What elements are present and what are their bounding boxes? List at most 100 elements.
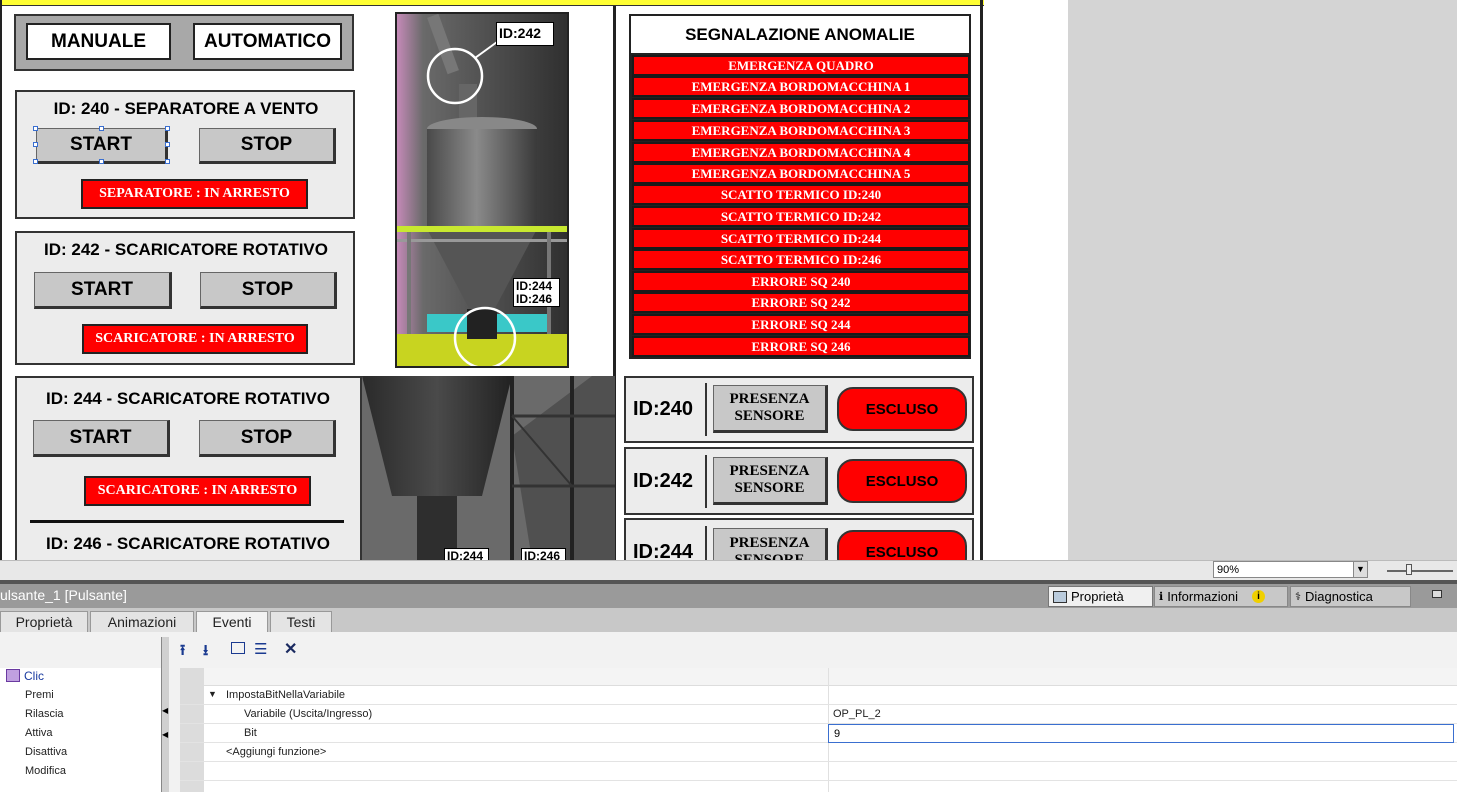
selection-handle[interactable]	[165, 159, 170, 164]
stop-button-244[interactable]: STOP	[199, 420, 336, 457]
plant-image-bottom	[362, 376, 615, 560]
presence-label: SENSORE	[734, 552, 805, 560]
tab-label: Informazioni	[1167, 589, 1238, 604]
event-rilascia[interactable]: Rilascia	[25, 708, 64, 720]
presence-label: PRESENZA	[729, 463, 810, 479]
start-button-242[interactable]: START	[34, 272, 172, 309]
zoom-slider[interactable]	[1387, 570, 1453, 572]
presence-label: SENSORE	[734, 480, 805, 496]
tab-testi[interactable]: Testi	[270, 611, 332, 633]
zoom-slider-handle[interactable]	[1406, 564, 1412, 575]
chevron-down-icon[interactable]: ▼	[1353, 562, 1367, 577]
selection-handle[interactable]	[99, 159, 104, 164]
canvas-margin	[984, 0, 1068, 560]
presence-button-244[interactable]: PRESENZA SENSORE	[713, 528, 828, 560]
collapse-arrow-icon[interactable]: ◀	[162, 730, 168, 739]
presence-button-240[interactable]: PRESENZA SENSORE	[713, 385, 828, 433]
move-up-icon[interactable]: ⭱	[180, 640, 185, 665]
event-icon	[6, 669, 20, 682]
add-function-link[interactable]: <Aggiungi funzione>	[226, 746, 326, 758]
param-value[interactable]: OP_PL_2	[833, 708, 881, 720]
top-banner	[0, 0, 984, 6]
separator	[705, 383, 707, 436]
info-badge-icon: i	[1252, 590, 1265, 603]
presence-button-242[interactable]: PRESENZA SENSORE	[713, 457, 828, 505]
selection-handle[interactable]	[99, 126, 104, 131]
anomaly-item: EMERGENZA BORDOMACCHINA 2	[632, 98, 970, 119]
tab-label: Diagnostica	[1304, 589, 1373, 604]
anomaly-item: ERRORE SQ 240	[632, 271, 970, 292]
section-246-title: ID: 246 - SCARICATORE ROTATIVO	[46, 534, 330, 553]
status-240: SEPARATORE : IN ARRESTO	[81, 179, 308, 209]
right-border	[980, 0, 983, 560]
bit-input[interactable]: 9	[828, 724, 1454, 743]
anomaly-item: SCATTO TERMICO ID:242	[632, 206, 970, 227]
event-disattiva[interactable]: Disattiva	[25, 746, 67, 758]
anomaly-item: EMERGENZA BORDOMACCHINA 3	[632, 120, 970, 141]
event-clic[interactable]: Clic	[24, 669, 44, 683]
properties-icon	[1053, 590, 1067, 603]
section-242-title: ID: 242 - SCARICATORE ROTATIVO	[44, 240, 328, 259]
delete-icon[interactable]: ✕	[284, 639, 297, 659]
tab-info[interactable]: ℹ Informazioni i	[1154, 586, 1288, 607]
start-button-244[interactable]: START	[33, 420, 170, 457]
tab-diagnostics[interactable]: ⚕ Diagnostica	[1290, 586, 1411, 607]
selection-handle[interactable]	[165, 126, 170, 131]
grid-row[interactable]: <Aggiungi funzione>	[180, 743, 1457, 762]
tab-eventi[interactable]: Eventi	[196, 611, 268, 633]
presence-label: SENSORE	[734, 408, 805, 424]
event-premi[interactable]: Premi	[25, 689, 54, 701]
tab-proprieta[interactable]: Proprietà	[0, 611, 88, 633]
collapse-arrow-icon[interactable]: ◀	[162, 706, 168, 715]
image-tag-244b: ID:244	[444, 548, 489, 560]
plant-image-svg	[397, 14, 567, 366]
selection-handle[interactable]	[165, 142, 170, 147]
tab-properties[interactable]: Proprietà	[1048, 586, 1153, 607]
expand-icon[interactable]: ▼	[208, 689, 217, 699]
manual-button[interactable]: MANUALE	[26, 23, 171, 60]
anomaly-item: EMERGENZA QUADRO	[632, 55, 970, 76]
anomaly-item: EMERGENZA BORDOMACCHINA 4	[632, 142, 970, 163]
excluded-button-244[interactable]: ESCLUSO	[837, 530, 967, 560]
hmi-screen: MANUALE AUTOMATICO ID: 240 - SEPARATORE …	[0, 0, 984, 560]
excluded-button-242[interactable]: ESCLUSO	[837, 459, 967, 503]
event-attiva[interactable]: Attiva	[25, 727, 53, 739]
selection-handle[interactable]	[33, 126, 38, 131]
anomaly-item: SCATTO TERMICO ID:246	[632, 249, 970, 270]
anomaly-item: SCATTO TERMICO ID:240	[632, 184, 970, 205]
auto-button[interactable]: AUTOMATICO	[193, 23, 342, 60]
selection-handle[interactable]	[33, 159, 38, 164]
zoom-select[interactable]: 90%	[1213, 561, 1368, 578]
stop-button-242[interactable]: STOP	[200, 272, 337, 309]
list-icon[interactable]: ☰	[254, 640, 267, 658]
status-242: SCARICATORE : IN ARRESTO	[82, 324, 308, 354]
event-modifica[interactable]: Modifica	[25, 765, 66, 777]
anomalies-title: SEGNALAZIONE ANOMALIE	[631, 16, 969, 53]
separator	[705, 526, 707, 560]
grid-header	[204, 668, 1457, 686]
section-240-title: ID: 240 - SEPARATORE A VENTO	[53, 99, 319, 118]
restore-icon[interactable]	[1432, 590, 1442, 598]
stop-button-240[interactable]: STOP	[199, 128, 336, 164]
editor-background	[1068, 0, 1457, 560]
sensor-id-244: ID:244	[633, 541, 694, 560]
selection-handle[interactable]	[33, 142, 38, 147]
move-down-icon[interactable]: ⭳	[203, 640, 208, 665]
inspector-title: ulsante_1 [Pulsante]	[0, 587, 127, 603]
function-name: ImpostaBitNellaVariabile	[226, 689, 346, 701]
diagnostics-icon: ⚕	[1295, 591, 1301, 603]
info-icon: ℹ	[1159, 591, 1164, 603]
excluded-button-240[interactable]: ESCLUSO	[837, 387, 967, 431]
anomaly-item: EMERGENZA BORDOMACCHINA 1	[632, 76, 970, 97]
sensor-id-240: ID:240	[633, 398, 694, 420]
insert-icon[interactable]	[231, 642, 245, 654]
tab-animazioni[interactable]: Animazioni	[90, 611, 194, 633]
grid-row[interactable]: ▼ ImpostaBitNellaVariabile	[180, 686, 1457, 705]
divider	[30, 520, 344, 523]
tab-label: Proprietà	[1071, 589, 1124, 604]
presence-label: PRESENZA	[729, 391, 810, 407]
anomaly-item: ERRORE SQ 242	[632, 292, 970, 313]
anomaly-item: EMERGENZA BORDOMACCHINA 5	[632, 163, 970, 184]
grid-row[interactable]: Variabile (Uscita/Ingresso) OP_PL_2	[180, 705, 1457, 724]
anomaly-item: ERRORE SQ 244	[632, 314, 970, 335]
